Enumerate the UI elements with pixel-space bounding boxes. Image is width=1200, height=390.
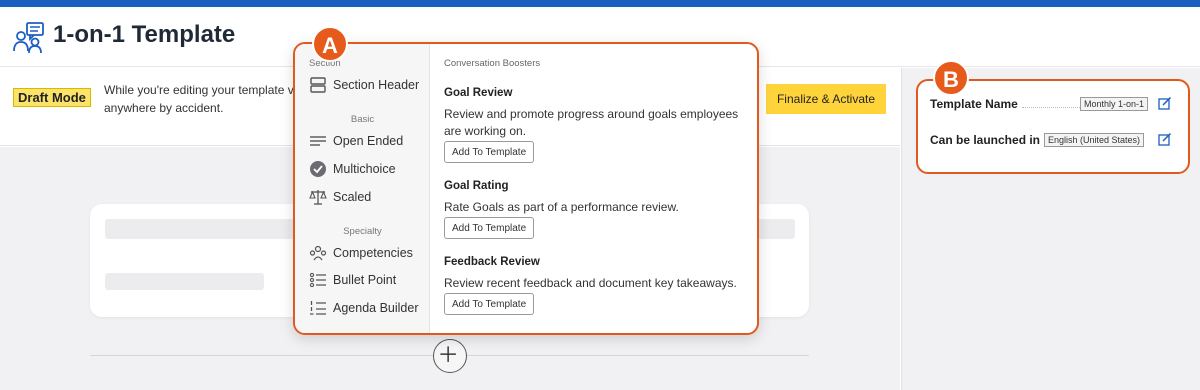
launch-language-value: English (United States) xyxy=(1044,133,1145,147)
menu-item-agenda-builder[interactable]: Agenda Builder xyxy=(309,298,418,318)
callout-marker-a: A xyxy=(312,26,348,62)
placeholder-bar xyxy=(105,273,264,290)
menu-item-open-ended[interactable]: Open Ended xyxy=(309,131,403,151)
competencies-icon xyxy=(309,245,327,261)
check-circle-icon xyxy=(310,161,326,177)
menu-item-label: Scaled xyxy=(333,190,372,204)
leader-dots xyxy=(1022,107,1080,108)
bullet-list-icon xyxy=(309,272,326,288)
menu-item-section-header[interactable]: Section Header xyxy=(309,75,419,95)
menu-item-multichoice[interactable]: Multichoice xyxy=(309,159,396,179)
menu-item-competencies[interactable]: Competencies xyxy=(309,243,413,263)
basic-group-label: Basic xyxy=(350,114,375,125)
draft-mode-text: While you're editing your template v any… xyxy=(104,83,294,115)
menu-item-label: Section Header xyxy=(333,78,420,92)
conversation-boosters: Conversation Boosters Goal Review Review… xyxy=(444,44,754,333)
booster-description: Review and promote progress around goals… xyxy=(444,107,739,138)
edit-icon[interactable] xyxy=(1158,96,1172,110)
menu-item-label: Agenda Builder xyxy=(333,301,419,315)
numbered-list-icon xyxy=(310,301,326,315)
menu-item-scaled[interactable]: Scaled xyxy=(309,187,371,207)
scale-icon xyxy=(309,190,327,205)
add-question-popup: Section Section Header Basic Open Ended … xyxy=(293,42,759,335)
add-goal-review-button[interactable]: Add To Template xyxy=(444,141,535,163)
section-header-icon xyxy=(310,77,326,93)
booster-description: Review recent feedback and document key … xyxy=(444,276,737,290)
booster-title: Goal Rating xyxy=(444,180,509,192)
menu-item-bullet-point[interactable]: Bullet Point xyxy=(309,270,396,290)
booster-description: Rate Goals as part of a performance revi… xyxy=(444,200,679,214)
menu-item-label: Open Ended xyxy=(333,134,404,148)
draft-mode-badge: Draft Mode xyxy=(13,88,91,107)
text-lines-icon xyxy=(310,136,326,146)
top-accent-bar xyxy=(0,0,1200,7)
template-name-value: Monthly 1-on-1 xyxy=(1080,97,1149,111)
menu-item-label: Competencies xyxy=(333,246,413,260)
people-chat-icon xyxy=(13,22,44,54)
add-goal-rating-button[interactable]: Add To Template xyxy=(444,217,535,239)
launch-language-label: Can be launched in xyxy=(930,133,1041,147)
question-type-menu: Section Section Header Basic Open Ended … xyxy=(295,44,430,333)
callout-marker-b: B xyxy=(933,60,969,96)
booster-title: Goal Review xyxy=(444,87,513,99)
finalize-activate-button[interactable]: Finalize & Activate xyxy=(766,84,886,114)
page-title: 1-on-1 Template xyxy=(53,21,236,48)
plus-icon xyxy=(440,346,456,362)
booster-title: Feedback Review xyxy=(444,256,540,268)
menu-item-label: Bullet Point xyxy=(333,273,397,287)
edit-icon[interactable] xyxy=(1158,132,1172,146)
add-feedback-review-button[interactable]: Add To Template xyxy=(444,293,535,315)
template-name-label: Template Name xyxy=(930,97,1018,111)
menu-item-label: Multichoice xyxy=(333,162,396,176)
add-section-button[interactable] xyxy=(433,339,467,373)
boosters-heading: Conversation Boosters xyxy=(444,58,541,69)
specialty-group-label: Specialty xyxy=(343,226,382,237)
